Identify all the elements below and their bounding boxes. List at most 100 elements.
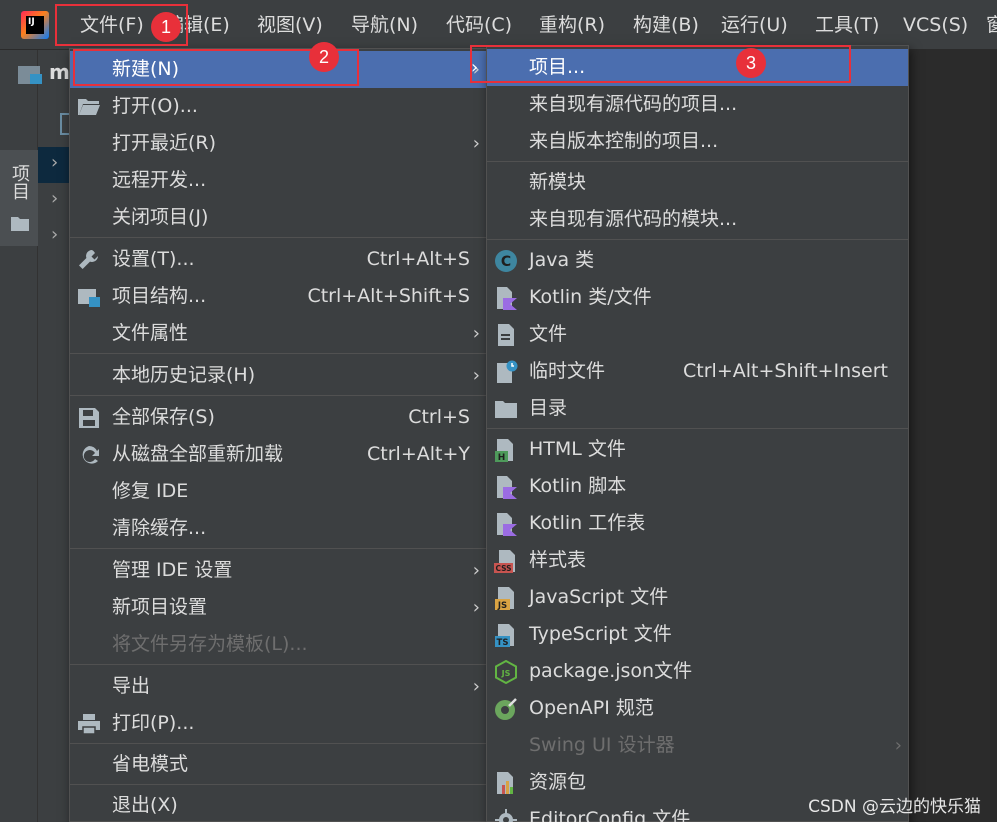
menu-item-label: 样式表 [529, 549, 587, 571]
menu-item-label: Kotlin 类/文件 [529, 286, 652, 308]
menu-item-typescript-file[interactable]: TS TypeScript 文件 [487, 616, 908, 653]
menu-item-export[interactable]: 导出 › [70, 668, 486, 705]
java-class-icon: C [495, 250, 517, 272]
project-structure-icon [78, 289, 100, 307]
menu-item-label: 打开(O)... [112, 95, 198, 117]
menu-item-label: 本地历史记录(H) [112, 364, 256, 386]
shortcut-label: Ctrl+Alt+S [366, 248, 470, 270]
menu-item-label: Kotlin 脚本 [529, 475, 627, 497]
menu-separator [487, 239, 908, 240]
menu-separator [70, 395, 486, 396]
new-submenu: 项目... 来自现有源代码的项目... 来自版本控制的项目... 新模块 来自现… [486, 45, 909, 822]
menu-item-kotlin-worksheet[interactable]: Kotlin 工作表 [487, 505, 908, 542]
menu-tools[interactable]: 工具(T) [815, 10, 879, 40]
menu-item-exit[interactable]: 退出(X) [70, 787, 486, 822]
menu-item-manage-ide-settings[interactable]: 管理 IDE 设置 › [70, 552, 486, 589]
typescript-file-icon: TS [495, 624, 514, 647]
menu-item-label: 省电模式 [112, 753, 189, 775]
menu-item-project-structure[interactable]: 项目结构... Ctrl+Alt+Shift+S [70, 278, 486, 315]
menu-item-file-properties[interactable]: 文件属性 › [70, 315, 486, 352]
menu-item-module-from-sources[interactable]: 来自现有源代码的模块... [487, 201, 908, 238]
menu-item-open[interactable]: 打开(O)... [70, 88, 486, 125]
chevron-right-icon: › [472, 597, 480, 618]
menu-item-stylesheet[interactable]: CSS 样式表 [487, 542, 908, 579]
menu-item-java-class[interactable]: C Java 类 [487, 242, 908, 279]
kotlin-script-icon [497, 476, 517, 499]
menu-item-label: 目录 [529, 397, 568, 419]
menu-item-save-all[interactable]: 全部保存(S) Ctrl+S [70, 399, 486, 436]
menu-item-label: 来自现有源代码的项目... [529, 93, 738, 115]
javascript-file-icon: JS [495, 587, 514, 610]
menu-item-label: package.json文件 [529, 660, 693, 682]
menu-item-label: Java 类 [529, 249, 595, 271]
file-menu: 新建(N) › 打开(O)... 打开最近(R) › 远程开发... 关闭项目(… [69, 48, 487, 822]
menu-view[interactable]: 视图(V) [257, 10, 323, 40]
menu-item-html-file[interactable]: H HTML 文件 [487, 431, 908, 468]
menu-item-settings[interactable]: 设置(T)... Ctrl+Alt+S [70, 241, 486, 278]
menu-item-print[interactable]: 打印(P)... [70, 705, 486, 742]
menu-item-local-history[interactable]: 本地历史记录(H) › [70, 357, 486, 394]
menu-navigate[interactable]: 导航(N) [351, 10, 418, 40]
breadcrumb-project[interactable]: m [49, 60, 70, 84]
menu-item-label: JavaScript 文件 [529, 586, 669, 608]
printer-icon [78, 714, 100, 735]
menu-item-new-module[interactable]: 新模块 [487, 164, 908, 201]
project-tool-button[interactable]: 项目 [0, 150, 38, 246]
project-tool-label: 项目 [9, 164, 30, 200]
menu-separator [70, 743, 486, 744]
menu-item-kotlin-class[interactable]: Kotlin 类/文件 [487, 279, 908, 316]
menu-item-power-save[interactable]: 省电模式 [70, 746, 486, 783]
menu-item-reload-all[interactable]: 从磁盘全部重新加载 Ctrl+Alt+Y [70, 436, 486, 473]
kotlin-file-icon [497, 287, 517, 310]
menu-item-project-from-vcs[interactable]: 来自版本控制的项目... [487, 123, 908, 160]
menu-item-scratch-file[interactable]: 临时文件 Ctrl+Alt+Shift+Insert [487, 353, 908, 390]
menu-item-package-json[interactable]: JS package.json文件 [487, 653, 908, 690]
menu-item-remote-dev[interactable]: 远程开发... [70, 162, 486, 199]
menu-item-label: 打印(P)... [112, 712, 195, 734]
menu-item-javascript-file[interactable]: JS JavaScript 文件 [487, 579, 908, 616]
menu-item-directory[interactable]: 目录 [487, 390, 908, 427]
chevron-right-icon[interactable]: › [51, 152, 58, 173]
shortcut-label: Ctrl+Alt+Shift+Insert [683, 360, 888, 382]
chevron-right-icon: › [472, 676, 480, 697]
svg-text:C: C [501, 254, 511, 270]
menu-separator [487, 428, 908, 429]
menu-item-new-project-setup[interactable]: 新项目设置 › [70, 589, 486, 626]
menu-refactor[interactable]: 重构(R) [539, 10, 605, 40]
menu-item-kotlin-script[interactable]: Kotlin 脚本 [487, 468, 908, 505]
menu-item-open-recent[interactable]: 打开最近(R) › [70, 125, 486, 162]
shortcut-label: Ctrl+S [408, 406, 470, 428]
menu-item-label: 全部保存(S) [112, 406, 215, 428]
menu-item-project-from-sources[interactable]: 来自现有源代码的项目... [487, 86, 908, 123]
tool-window-strip: 项目 [0, 50, 38, 822]
chevron-right-icon[interactable]: › [51, 188, 58, 209]
menu-item-label: 清除缓存... [112, 517, 207, 539]
kotlin-worksheet-icon [497, 513, 517, 536]
menu-item-repair-ide[interactable]: 修复 IDE [70, 473, 486, 510]
svg-text:TS: TS [497, 638, 509, 647]
menu-item-openapi[interactable]: OpenAPI 规范 [487, 690, 908, 727]
menu-code[interactable]: 代码(C) [446, 10, 512, 40]
menu-separator [487, 161, 908, 162]
menu-item-label: Kotlin 工作表 [529, 512, 646, 534]
scratch-file-icon [497, 360, 518, 383]
chevron-right-icon: › [472, 365, 480, 386]
save-icon [79, 408, 99, 428]
menu-item-label: OpenAPI 规范 [529, 697, 654, 719]
directory-icon [495, 401, 517, 418]
menu-separator [70, 664, 486, 665]
menu-item-invalidate-caches[interactable]: 清除缓存... [70, 510, 486, 547]
menu-build[interactable]: 构建(B) [633, 10, 699, 40]
menu-run[interactable]: 运行(U) [721, 10, 788, 40]
menu-separator [70, 548, 486, 549]
file-icon [498, 324, 514, 346]
openapi-icon [495, 698, 517, 720]
menu-item-file[interactable]: 文件 [487, 316, 908, 353]
chevron-right-icon[interactable]: › [51, 224, 58, 245]
menu-item-label: 文件属性 [112, 322, 189, 344]
menu-vcs[interactable]: VCS(S) [903, 10, 968, 40]
html-file-icon: H [495, 439, 513, 462]
intellij-logo-icon[interactable]: IJ [21, 11, 49, 39]
menu-window[interactable]: 窗 [986, 10, 997, 40]
menu-item-close-project[interactable]: 关闭项目(J) [70, 199, 486, 236]
